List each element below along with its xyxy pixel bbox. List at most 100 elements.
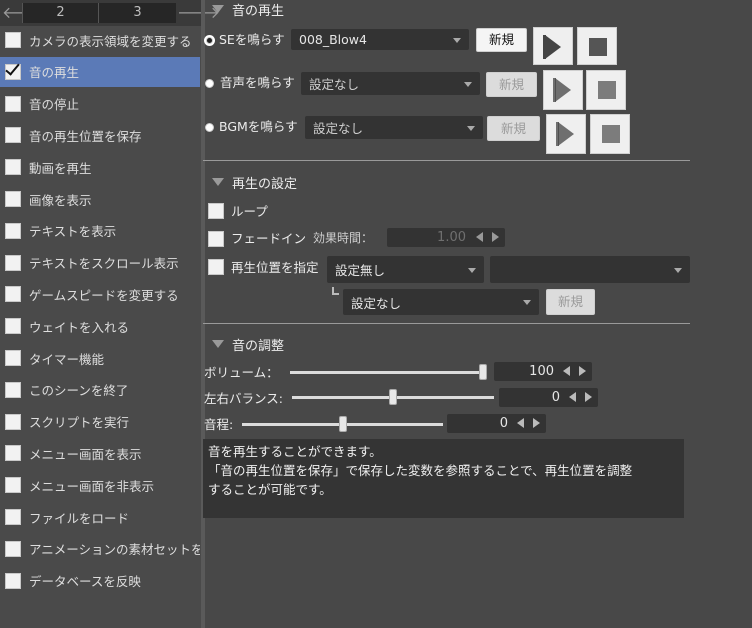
se-stop-button[interactable] [577,27,617,65]
command-label: ファイルをロード [29,510,130,526]
command-checkbox[interactable] [5,445,21,462]
command-checkbox[interactable] [5,127,21,144]
command-item[interactable]: ウェイトを入れる [0,311,200,341]
command-label: 音の停止 [29,97,80,113]
command-item[interactable]: メニュー画面を非表示 [0,470,200,500]
balance-stepper[interactable]: 0 [499,388,598,407]
command-checkbox[interactable] [5,254,21,271]
command-checkbox[interactable] [5,318,21,335]
command-item[interactable]: データベースを反映 [0,566,200,596]
command-item[interactable]: テキストをスクロール表示 [0,248,200,278]
se-dropdown-value: 008_Blow4 [299,32,367,47]
pitch-slider-thumb[interactable] [338,416,347,432]
fade-checkbox[interactable] [208,231,224,247]
command-checkbox[interactable] [5,413,21,430]
command-item[interactable]: メニュー画面を表示 [0,438,200,468]
chevron-down-icon [674,267,682,273]
command-item[interactable]: テキストを表示 [0,216,200,246]
loop-checkbox[interactable] [208,203,224,219]
pitch-slider-track[interactable] [242,416,443,432]
command-checkbox[interactable] [5,63,21,80]
command-checkbox[interactable] [5,477,21,494]
section-adjust-label: 音の調整 [232,338,285,354]
command-label: タイマー機能 [29,351,105,367]
command-list-panel: 🡐 2 3 🡒 カメラの表示領域を変更する音の再生音の停止音の再生位置を保存動画… [0,0,220,628]
fade-time-stepper[interactable]: 1.00 [387,228,505,247]
position-dropdown[interactable]: 設定無し [327,256,484,283]
se-radio[interactable] [206,37,213,44]
command-checkbox[interactable] [5,381,21,398]
command-item[interactable]: 画像を表示 [0,184,200,214]
decrement-arrow-icon[interactable] [563,366,570,376]
command-item[interactable]: アニメーションの素材セットを [0,534,200,564]
description-line: することが可能です。 [208,482,332,497]
command-checkbox[interactable] [5,191,21,207]
arrow-left-icon[interactable]: 🡐 [2,3,45,23]
voice-play-button[interactable] [543,70,583,110]
variable-new-button[interactable]: 新規 [546,289,595,315]
section-playback-label: 音の再生 [232,3,285,19]
page-3-tab[interactable]: 3 [98,3,176,23]
command-checkbox[interactable] [5,509,21,525]
decrement-arrow-icon[interactable] [569,392,576,402]
bgm-dropdown[interactable]: 設定なし [305,116,483,139]
voice-radio[interactable] [205,79,214,88]
command-item[interactable]: 動画を再生 [0,152,200,182]
se-dropdown[interactable]: 008_Blow4 [291,29,469,50]
command-checkbox[interactable] [5,540,21,557]
decrement-arrow-icon[interactable] [517,418,524,428]
command-checkbox[interactable] [5,286,21,303]
command-checkbox[interactable] [5,350,21,366]
left-scrollbar[interactable] [201,0,205,628]
voice-dropdown[interactable]: 設定なし [301,72,480,95]
volume-slider-thumb[interactable] [479,364,487,380]
volume-stepper[interactable]: 100 [494,362,592,381]
position-second-dropdown[interactable] [490,256,690,283]
command-checkbox[interactable] [5,572,21,589]
voice-label: 音声を鳴らす [220,75,295,90]
command-item[interactable]: タイマー機能 [0,343,200,373]
pitch-stepper[interactable]: 0 [447,414,546,433]
decrement-arrow-icon[interactable] [476,232,483,242]
command-item[interactable]: カメラの表示領域を変更する [0,25,200,55]
increment-arrow-icon[interactable] [492,232,499,242]
increment-arrow-icon[interactable] [585,392,592,402]
command-label: テキストをスクロール表示 [29,256,179,272]
voice-new-button[interactable]: 新規 [486,72,537,97]
command-checkbox[interactable] [5,159,21,176]
command-label: 動画を再生 [29,160,92,176]
arrow-right-icon[interactable]: 🡒 [177,3,220,23]
bgm-play-button[interactable] [546,114,586,154]
command-item[interactable]: このシーンを終了 [0,375,200,405]
chevron-down-icon [468,267,476,273]
bgm-radio[interactable] [205,123,214,132]
bgm-new-button[interactable]: 新規 [487,116,540,141]
command-item[interactable]: ファイルをロード [0,502,200,532]
page-2-tab[interactable]: 2 [22,3,98,23]
command-checkbox[interactable] [5,95,21,112]
section-adjust-title[interactable]: 音の調整 [212,336,285,354]
command-item[interactable]: ゲームスピードを変更する [0,279,200,309]
position-checkbox[interactable] [208,259,224,275]
command-item[interactable]: 音の停止 [0,89,200,119]
voice-stop-button[interactable] [586,70,626,110]
increment-arrow-icon[interactable] [533,418,540,428]
volume-slider-track[interactable] [290,364,487,380]
balance-slider-thumb[interactable] [389,389,397,405]
variable-dropdown[interactable]: 設定なし [343,289,539,315]
balance-slider-track[interactable] [292,389,494,405]
command-checkbox[interactable] [5,222,21,239]
section-settings-title[interactable]: 再生の設定 [212,174,297,192]
command-item[interactable]: 音の再生 [0,56,200,87]
volume-label: ボリューム： [204,365,279,380]
bgm-stop-button[interactable] [590,114,630,154]
section-playback-title[interactable]: 音の再生 [212,1,285,19]
se-play-button[interactable] [533,27,573,65]
indent-connector-icon [332,287,339,295]
command-item[interactable]: 音の再生位置を保存 [0,120,200,150]
pitch-value: 0 [499,416,508,431]
command-checkbox[interactable] [5,32,21,48]
se-new-button[interactable]: 新規 [476,28,527,52]
increment-arrow-icon[interactable] [579,366,586,376]
command-item[interactable]: スクリプトを実行 [0,407,200,437]
